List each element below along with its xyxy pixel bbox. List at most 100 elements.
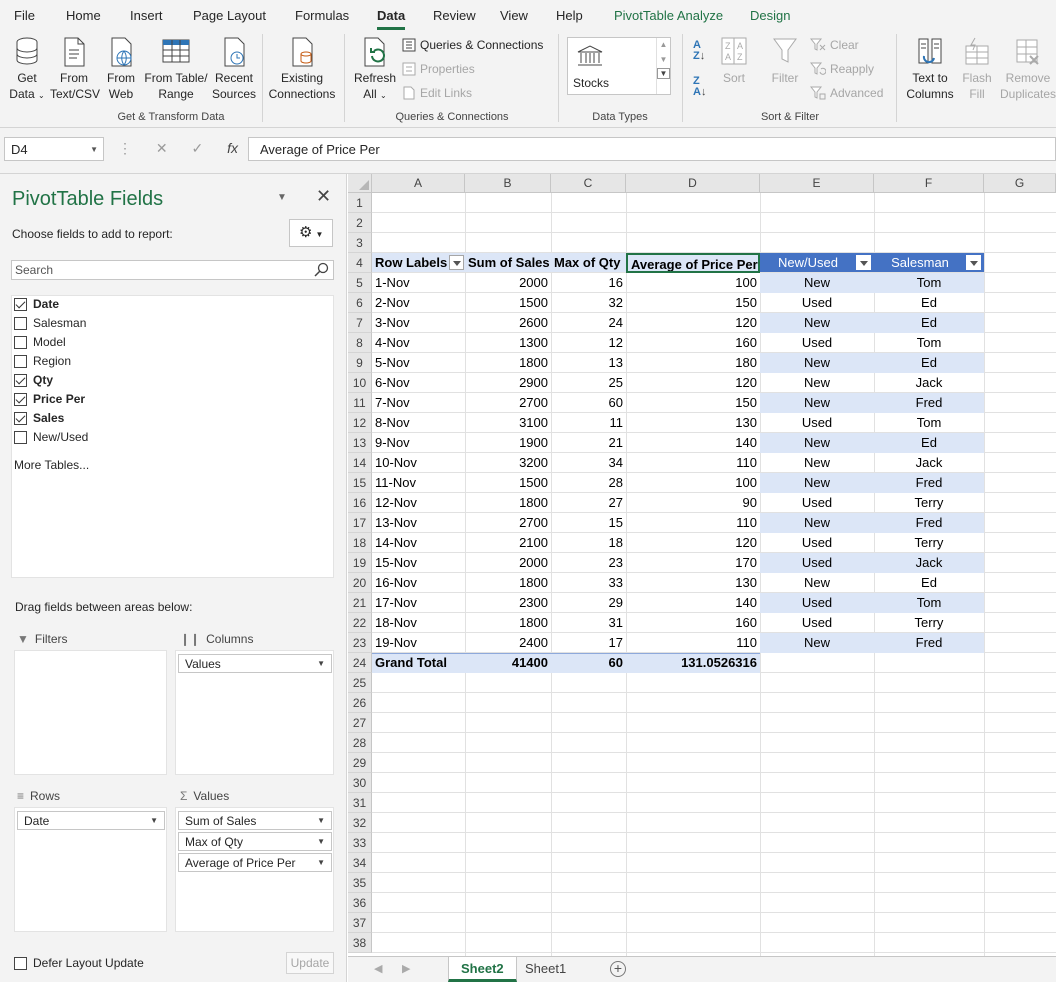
new-used-cell[interactable]: New: [760, 393, 874, 413]
tab-formulas[interactable]: Formulas: [295, 8, 349, 23]
field-price-per[interactable]: Price Per: [14, 392, 85, 406]
add-sheet-icon[interactable]: +: [610, 961, 626, 977]
sum-of-sales-cell[interactable]: 2100: [465, 533, 551, 553]
sort-a-to-z-icon[interactable]: A Z↓: [693, 40, 705, 62]
field-qty[interactable]: Qty: [14, 373, 53, 387]
get-data-button[interactable]: Get Data ⌄: [6, 36, 48, 104]
row-header[interactable]: 11: [348, 393, 372, 413]
row-header[interactable]: 34: [348, 853, 372, 873]
row-header[interactable]: 4: [348, 253, 372, 273]
sum-of-sales-cell[interactable]: 2900: [465, 373, 551, 393]
max-of-qty-cell[interactable]: 16: [551, 273, 626, 293]
more-options-icon[interactable]: ⋮: [118, 140, 132, 156]
new-used-cell[interactable]: New: [760, 313, 874, 333]
column-header-f[interactable]: F: [874, 174, 984, 193]
average-price-cell[interactable]: 170: [626, 553, 760, 573]
salesman-cell[interactable]: Jack: [874, 453, 984, 473]
max-of-qty-cell[interactable]: 18: [551, 533, 626, 553]
row-header[interactable]: 25: [348, 673, 372, 693]
new-used-cell[interactable]: New: [760, 273, 874, 293]
sheet-tab-sheet2[interactable]: Sheet2: [448, 957, 517, 982]
average-price-cell[interactable]: 140: [626, 593, 760, 613]
new-used-cell[interactable]: New: [760, 353, 874, 373]
scroll-left-icon[interactable]: ◀: [374, 962, 382, 975]
new-used-cell[interactable]: New: [760, 453, 874, 473]
average-price-cell[interactable]: 130: [626, 573, 760, 593]
average-price-cell[interactable]: 120: [626, 373, 760, 393]
row-label-cell[interactable]: 9-Nov: [372, 433, 465, 453]
row-header[interactable]: 14: [348, 453, 372, 473]
formula-input[interactable]: Average of Price Per: [248, 137, 1056, 161]
new-used-filter-icon[interactable]: [856, 255, 871, 270]
row-label-cell[interactable]: 5-Nov: [372, 353, 465, 373]
tab-design[interactable]: Design: [750, 8, 790, 23]
column-header-d[interactable]: D: [626, 174, 760, 193]
salesman-cell[interactable]: Ed: [874, 433, 984, 453]
sum-of-sales-cell[interactable]: 2700: [465, 513, 551, 533]
chevron-down-icon[interactable]: ▼: [90, 145, 98, 154]
chevron-down-icon[interactable]: ▼: [317, 659, 325, 668]
checkbox[interactable]: [14, 297, 27, 311]
average-price-cell[interactable]: 160: [626, 333, 760, 353]
rows-chip-date[interactable]: Date ▼: [17, 811, 165, 830]
average-price-cell[interactable]: 110: [626, 513, 760, 533]
from-table-range-button[interactable]: From Table/ Range: [142, 36, 210, 102]
select-all-corner[interactable]: [348, 174, 372, 193]
row-label-cell[interactable]: 1-Nov: [372, 273, 465, 293]
columns-chip-values[interactable]: Values ▼: [178, 654, 332, 673]
enter-icon[interactable]: ✓: [192, 140, 204, 156]
pivot-header-max-of-qty[interactable]: Max of Qty: [551, 253, 626, 273]
row-header[interactable]: 2: [348, 213, 372, 233]
row-label-cell[interactable]: 6-Nov: [372, 373, 465, 393]
salesman-cell[interactable]: Fred: [874, 393, 984, 413]
from-web-button[interactable]: From Web: [102, 36, 140, 102]
row-label-cell[interactable]: 11-Nov: [372, 473, 465, 493]
grand-total-sales[interactable]: 41400: [465, 653, 551, 673]
queries-connections-button[interactable]: Queries & Connections: [402, 38, 543, 52]
field-sales[interactable]: Sales: [14, 411, 64, 425]
max-of-qty-cell[interactable]: 23: [551, 553, 626, 573]
sum-of-sales-cell[interactable]: 1900: [465, 433, 551, 453]
row-header[interactable]: 16: [348, 493, 372, 513]
row-header[interactable]: 31: [348, 793, 372, 813]
grand-total-label[interactable]: Grand Total: [372, 653, 465, 673]
new-used-cell[interactable]: New: [760, 573, 874, 593]
salesman-cell[interactable]: Fred: [874, 513, 984, 533]
sum-of-sales-cell[interactable]: 1500: [465, 293, 551, 313]
new-used-cell[interactable]: Used: [760, 413, 874, 433]
checkbox[interactable]: [14, 956, 27, 970]
salesman-cell[interactable]: Jack: [874, 373, 984, 393]
more-tables-link[interactable]: More Tables...: [14, 458, 89, 472]
flash-fill-button[interactable]: Flash Fill: [958, 36, 996, 102]
average-price-cell[interactable]: 140: [626, 433, 760, 453]
field-search-input[interactable]: Search: [11, 260, 334, 280]
max-of-qty-cell[interactable]: 21: [551, 433, 626, 453]
existing-connections-button[interactable]: Existing Connections: [266, 36, 338, 102]
checkbox[interactable]: [14, 392, 27, 406]
row-header[interactable]: 6: [348, 293, 372, 313]
sum-of-sales-cell[interactable]: 1800: [465, 573, 551, 593]
advanced-filter-button[interactable]: Advanced: [810, 86, 883, 100]
sum-of-sales-cell[interactable]: 1800: [465, 493, 551, 513]
rows-area[interactable]: Date ▼: [14, 807, 167, 932]
row-header[interactable]: 33: [348, 833, 372, 853]
salesman-filter-icon[interactable]: [966, 255, 981, 270]
grand-total-price[interactable]: 131.0526316: [626, 653, 760, 673]
max-of-qty-cell[interactable]: 60: [551, 393, 626, 413]
tab-review[interactable]: Review: [433, 8, 476, 23]
new-used-cell[interactable]: Used: [760, 493, 874, 513]
table-header-salesman[interactable]: Salesman: [874, 253, 966, 273]
update-button[interactable]: Update: [286, 952, 334, 974]
sum-of-sales-cell[interactable]: 1800: [465, 613, 551, 633]
new-used-cell[interactable]: New: [760, 633, 874, 653]
row-label-cell[interactable]: 3-Nov: [372, 313, 465, 333]
sum-of-sales-cell[interactable]: 2600: [465, 313, 551, 333]
column-header-c[interactable]: C: [551, 174, 626, 193]
grand-total-qty[interactable]: 60: [551, 653, 626, 673]
average-price-cell[interactable]: 160: [626, 613, 760, 633]
average-price-cell[interactable]: 120: [626, 313, 760, 333]
gallery-more-icon[interactable]: ▼: [657, 68, 670, 79]
gallery-scroll[interactable]: ▲ ▼ ▼: [656, 38, 670, 94]
salesman-cell[interactable]: Ed: [874, 293, 984, 313]
row-header[interactable]: 30: [348, 773, 372, 793]
